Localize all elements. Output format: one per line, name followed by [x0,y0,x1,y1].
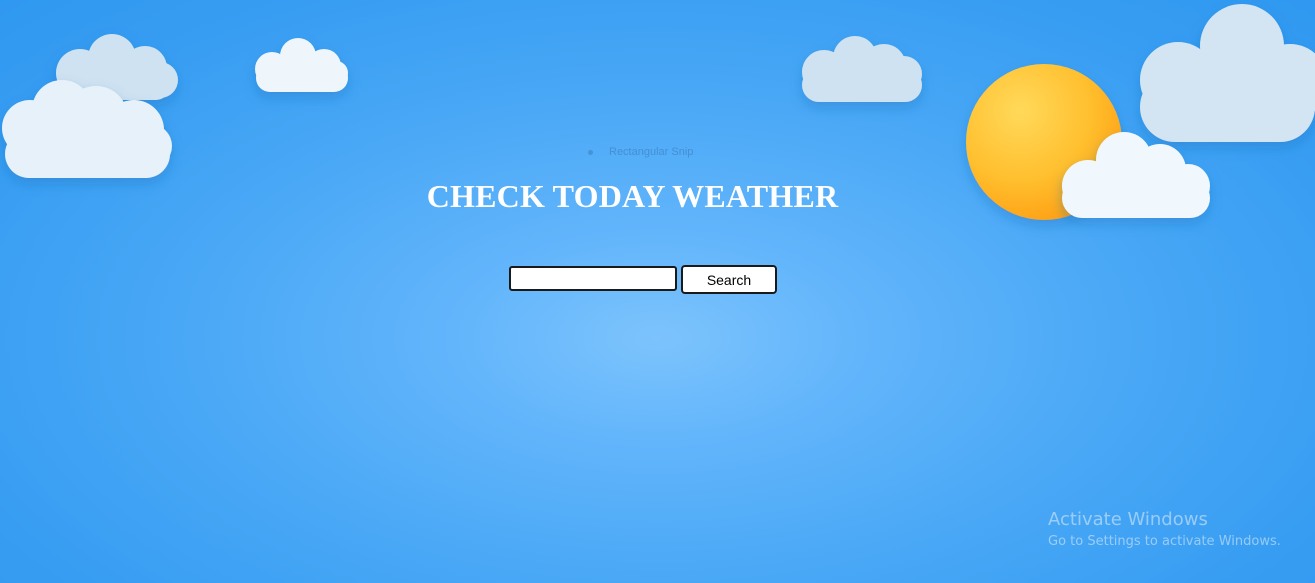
watermark-subtitle: Go to Settings to activate Windows. [1048,534,1281,549]
watermark-title: Activate Windows [1048,509,1208,530]
cloud-icon [255,38,348,92]
page-title: CHECK TODAY WEATHER [426,178,839,214]
snip-dot-icon [588,149,593,155]
cloud-icon [802,36,922,102]
city-search-input[interactable] [509,266,677,291]
snip-label: Rectangular Snip [609,146,694,158]
activate-windows-watermark: Activate Windows Go to Settings to activ… [1048,509,1281,551]
cloud-icon [1140,4,1315,142]
search-button[interactable]: Search [681,265,777,294]
search-bar: Search [509,265,777,294]
weather-page: Rectangular Snip CHECK TODAY WEATHER Sea… [0,0,1315,583]
snip-hint: Rectangular Snip [588,146,693,158]
